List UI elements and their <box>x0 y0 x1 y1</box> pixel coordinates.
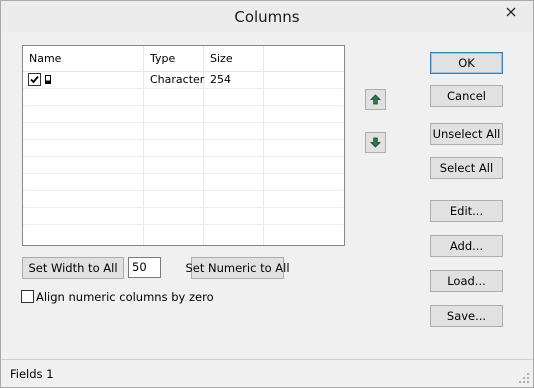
width-input[interactable]: 50 <box>128 257 161 278</box>
window-title: Columns <box>234 8 300 26</box>
title-bar: Columns <box>1 1 533 32</box>
row-line <box>23 224 344 225</box>
save-button[interactable]: Save... <box>430 305 503 327</box>
unselect-all-button[interactable]: Unselect All <box>430 123 503 145</box>
row-line <box>23 105 344 106</box>
select-all-button[interactable]: Select All <box>430 157 503 179</box>
arrow-up-icon <box>370 94 381 105</box>
move-down-button[interactable] <box>365 132 386 153</box>
row-line <box>23 173 344 174</box>
close-icon <box>506 7 516 17</box>
columns-grid[interactable]: Name Type Size Character 254 <box>22 45 345 246</box>
align-numeric-checkbox[interactable] <box>21 290 34 303</box>
status-text: Fields 1 <box>10 367 54 381</box>
move-up-button[interactable] <box>365 89 386 110</box>
checkmark-icon <box>30 75 39 84</box>
row-line <box>23 122 344 123</box>
add-button[interactable]: Add... <box>430 235 503 257</box>
arrow-down-icon <box>370 137 381 148</box>
edit-button[interactable]: Edit... <box>430 200 503 222</box>
status-bar: Fields 1 <box>1 359 533 387</box>
set-width-to-all-button[interactable]: Set Width to All <box>22 257 124 279</box>
row-line <box>23 190 344 191</box>
row-line <box>23 139 344 140</box>
cell-type: Character <box>150 73 205 86</box>
cell-size: 254 <box>210 73 231 86</box>
load-button[interactable]: Load... <box>430 270 503 292</box>
key-icon <box>45 75 51 84</box>
close-button[interactable] <box>498 2 524 22</box>
row-line <box>23 207 344 208</box>
column-header-name[interactable]: Name <box>23 46 143 71</box>
row-line <box>23 156 344 157</box>
columns-dialog: Columns Name Type Size Character 254 OK … <box>0 0 534 388</box>
align-numeric-label: Align numeric columns by zero <box>36 290 214 304</box>
row-line <box>23 88 344 89</box>
column-header-size[interactable]: Size <box>204 46 263 71</box>
column-header-type[interactable]: Type <box>144 46 203 71</box>
cancel-button[interactable]: Cancel <box>430 85 503 107</box>
table-row[interactable]: Character 254 <box>23 71 344 88</box>
row-checkbox[interactable] <box>28 73 41 86</box>
set-numeric-to-all-button[interactable]: Set Numeric to All <box>185 257 290 279</box>
resize-grip-icon[interactable] <box>519 373 530 384</box>
grid-header: Name Type Size <box>23 46 344 72</box>
ok-button[interactable]: OK <box>430 52 503 74</box>
